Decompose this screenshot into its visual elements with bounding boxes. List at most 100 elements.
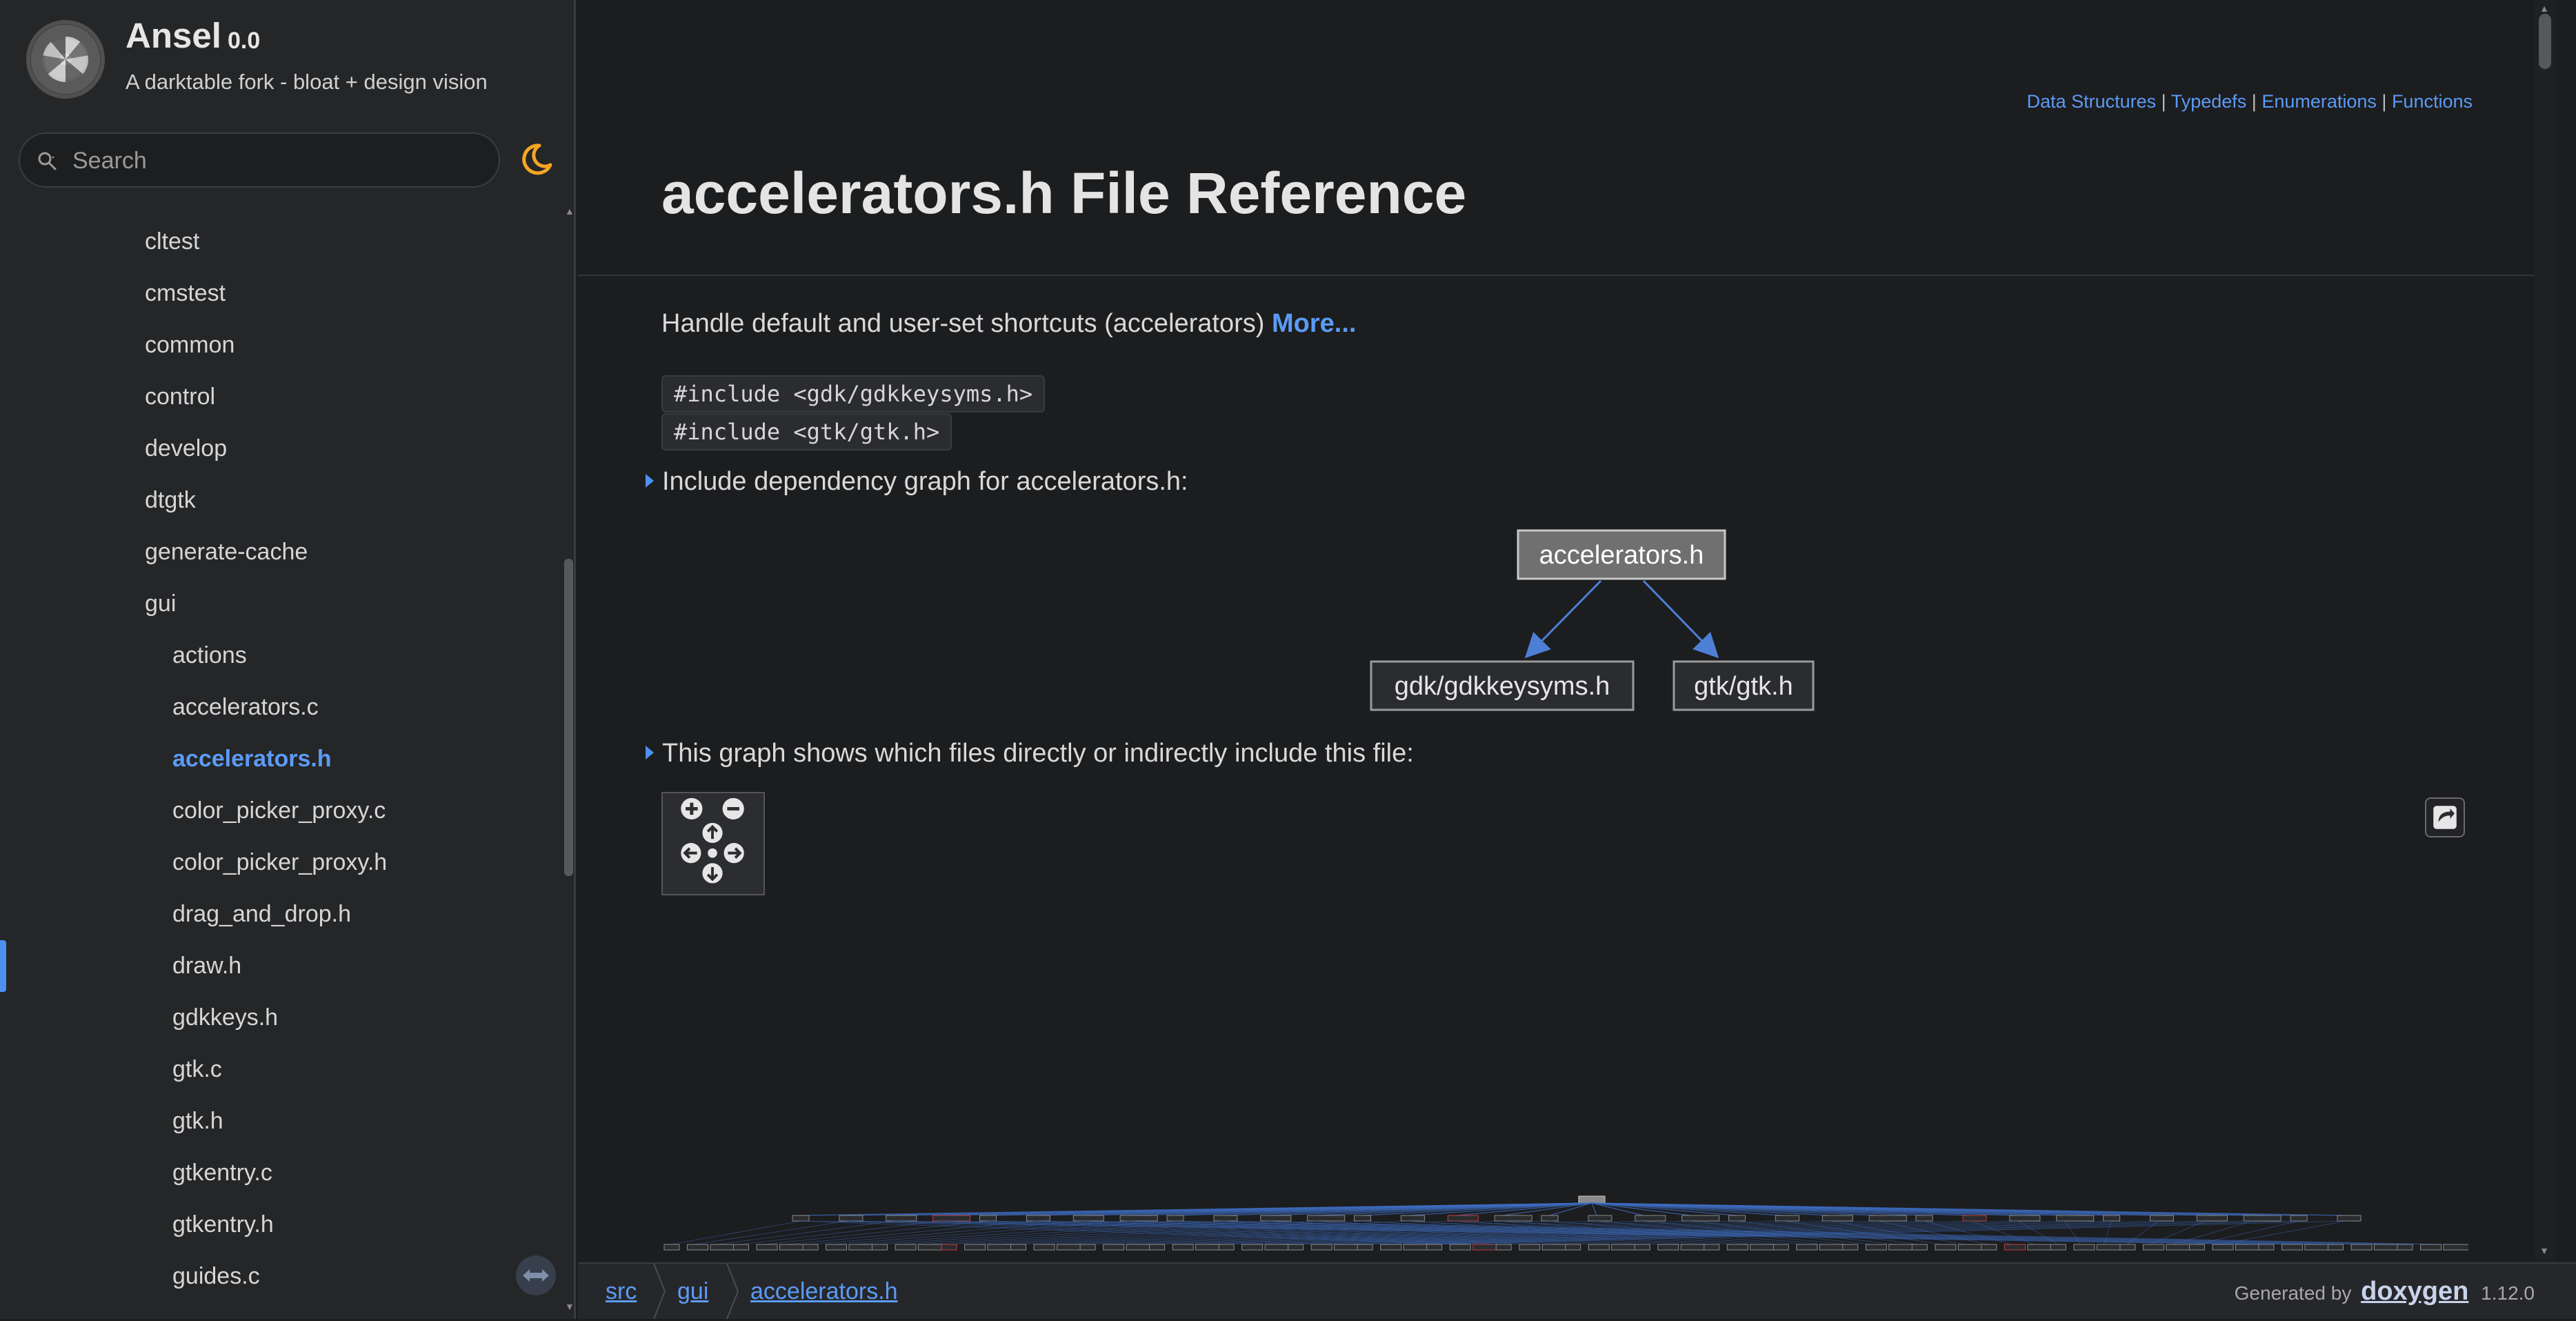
mini-graph-node xyxy=(792,1215,810,1222)
nav-item-gui[interactable]: gui xyxy=(145,578,176,630)
nav-item-control[interactable]: control xyxy=(145,371,215,423)
graph-node-label: gdk/gdkkeysyms.h xyxy=(1395,672,1610,701)
scroll-up-icon[interactable]: ▲ xyxy=(2539,3,2549,14)
mini-graph-node xyxy=(1449,1244,1471,1251)
nav-item-gdkkeys-h[interactable]: gdkkeys.h xyxy=(172,992,278,1044)
link-data-structures[interactable]: Data Structures xyxy=(2027,91,2157,112)
graph-node-root[interactable]: accelerators.h xyxy=(1517,529,1726,580)
nav-item-cltest[interactable]: cltest xyxy=(145,216,199,268)
nav-item-drag-and-drop-h[interactable]: drag_and_drop.h xyxy=(172,888,351,940)
doxygen-logo-link[interactable]: doxygen xyxy=(2361,1277,2468,1306)
mini-graph-node xyxy=(1264,1244,1292,1251)
main-scrollbar[interactable] xyxy=(2535,0,2555,1262)
nav-item-gtk-h[interactable]: gtk.h xyxy=(172,1095,223,1147)
nav-item-accelerators-h[interactable]: accelerators.h xyxy=(172,733,332,785)
breadcrumb-gui[interactable]: gui xyxy=(677,1264,708,1319)
generated-by: Generated by doxygen 1.12.0 xyxy=(2235,1264,2535,1319)
nav-item-gtk-c[interactable]: gtk.c xyxy=(172,1044,222,1095)
link-functions[interactable]: Functions xyxy=(2392,91,2473,112)
main-scroll-thumb[interactable] xyxy=(2539,14,2551,69)
more-link[interactable]: More... xyxy=(1272,309,1356,338)
project-brief: A darktable fork - bloat + design vision xyxy=(126,70,488,94)
mini-graph-node xyxy=(663,1244,680,1251)
mini-graph-node xyxy=(2196,1215,2228,1222)
mini-graph-node xyxy=(1726,1244,1748,1251)
mini-graph-node xyxy=(687,1244,709,1251)
mini-graph-node xyxy=(2235,1244,2262,1251)
mini-graph-node xyxy=(2304,1244,2332,1251)
graph-node-gdkkeysyms[interactable]: gdk/gdkkeysyms.h xyxy=(1370,660,1635,711)
mini-graph-node xyxy=(2103,1215,2121,1222)
mini-graph-node xyxy=(1773,1244,1789,1251)
mini-graph-node xyxy=(1775,1215,1799,1222)
search-icon[interactable] xyxy=(37,150,57,171)
mini-graph-node xyxy=(1213,1215,1238,1222)
nav-item-guides-c[interactable]: guides.c xyxy=(172,1251,260,1302)
mini-graph-node xyxy=(2096,1244,2124,1251)
mini-graph-node xyxy=(2373,1244,2401,1251)
nav-item-common[interactable]: common xyxy=(145,319,234,371)
mini-graph-node xyxy=(1357,1244,1373,1251)
mini-graph-node xyxy=(1033,1244,1055,1251)
mini-graph-node xyxy=(872,1244,888,1251)
nav-item-gtkentry-c[interactable]: gtkentry.c xyxy=(172,1147,272,1199)
nav-item-accelerators-c[interactable]: accelerators.c xyxy=(172,682,319,733)
pan-up-icon[interactable] xyxy=(702,822,723,844)
mini-graph-node xyxy=(802,1244,819,1251)
nav-item-draw-h[interactable]: draw.h xyxy=(172,940,241,992)
graph-node-gtk[interactable]: gtk/gtk.h xyxy=(1673,660,1815,711)
mini-graph-node xyxy=(2443,1244,2468,1251)
mini-graph-edge xyxy=(670,1220,801,1245)
nav-item-generate-cache[interactable]: generate-cache xyxy=(145,526,308,578)
pan-right-icon[interactable] xyxy=(723,843,744,864)
expand-arrow-icon[interactable] xyxy=(646,473,654,488)
mini-graph-node xyxy=(848,1244,876,1251)
mini-graph-node xyxy=(2290,1215,2308,1222)
nav-item-color-picker-proxy-h[interactable]: color_picker_proxy.h xyxy=(172,837,387,888)
mini-graph-node xyxy=(1218,1244,1235,1251)
project-name: Ansel xyxy=(126,16,221,55)
link-typedefs[interactable]: Typedefs xyxy=(2171,91,2247,112)
nav-item-color-picker-proxy-c[interactable]: color_picker_proxy.c xyxy=(172,785,386,837)
mini-graph-node xyxy=(733,1244,750,1251)
scroll-up-icon[interactable]: ▲ xyxy=(565,206,575,216)
nav-item-actions[interactable]: actions xyxy=(172,630,247,682)
mini-graph-node xyxy=(941,1244,957,1251)
page-title: accelerators.h File Reference xyxy=(661,161,1467,226)
included-by-graph-toggle[interactable]: This graph shows which files directly or… xyxy=(646,739,1414,768)
search-input[interactable] xyxy=(71,141,488,181)
pan-left-icon[interactable] xyxy=(681,843,701,864)
zoom-in-icon[interactable] xyxy=(681,797,703,820)
mini-graph-node xyxy=(1310,1244,1332,1251)
sidebar-scroll-thumb[interactable] xyxy=(564,559,573,876)
mini-graph-node xyxy=(1288,1244,1304,1251)
pan-zoom-control[interactable] xyxy=(661,792,765,895)
nav-item-cmstest[interactable]: cmstest xyxy=(145,268,226,319)
search-box[interactable] xyxy=(19,132,500,188)
mini-graph-node xyxy=(1821,1215,1853,1222)
scroll-down-icon[interactable]: ▼ xyxy=(565,1302,575,1311)
graph-node-label: gtk/gtk.h xyxy=(1694,672,1793,701)
reset-view-icon[interactable] xyxy=(708,848,717,858)
expand-arrow-icon[interactable] xyxy=(646,745,654,759)
mini-graph-node xyxy=(1426,1244,1443,1251)
link-enumerations[interactable]: Enumerations xyxy=(2262,91,2377,112)
moon-icon[interactable] xyxy=(519,141,555,177)
nav-item-develop[interactable]: develop xyxy=(145,423,227,475)
brief-text: Handle default and user-set shortcuts (a… xyxy=(661,309,1265,338)
resize-handle-icon[interactable] xyxy=(516,1255,556,1295)
zoom-out-icon[interactable] xyxy=(722,797,744,820)
expand-icon[interactable] xyxy=(2425,797,2465,837)
nav-item-dtgtk[interactable]: dtgtk xyxy=(145,475,196,526)
dependency-graph-toggle[interactable]: Include dependency graph for accelerator… xyxy=(646,467,1188,497)
mini-graph-node xyxy=(779,1244,807,1251)
pan-down-icon[interactable] xyxy=(702,863,723,884)
mini-graph-node xyxy=(1072,1215,1104,1222)
breadcrumb-separator-icon xyxy=(726,1264,739,1319)
nav-item-gtkentry-h[interactable]: gtkentry.h xyxy=(172,1199,274,1251)
scroll-down-icon[interactable]: ▼ xyxy=(2539,1245,2549,1256)
mini-graph-node xyxy=(1588,1215,1613,1222)
mini-graph-node xyxy=(932,1215,971,1222)
breadcrumb-file[interactable]: accelerators.h xyxy=(750,1264,898,1319)
breadcrumb-src[interactable]: src xyxy=(606,1264,637,1319)
